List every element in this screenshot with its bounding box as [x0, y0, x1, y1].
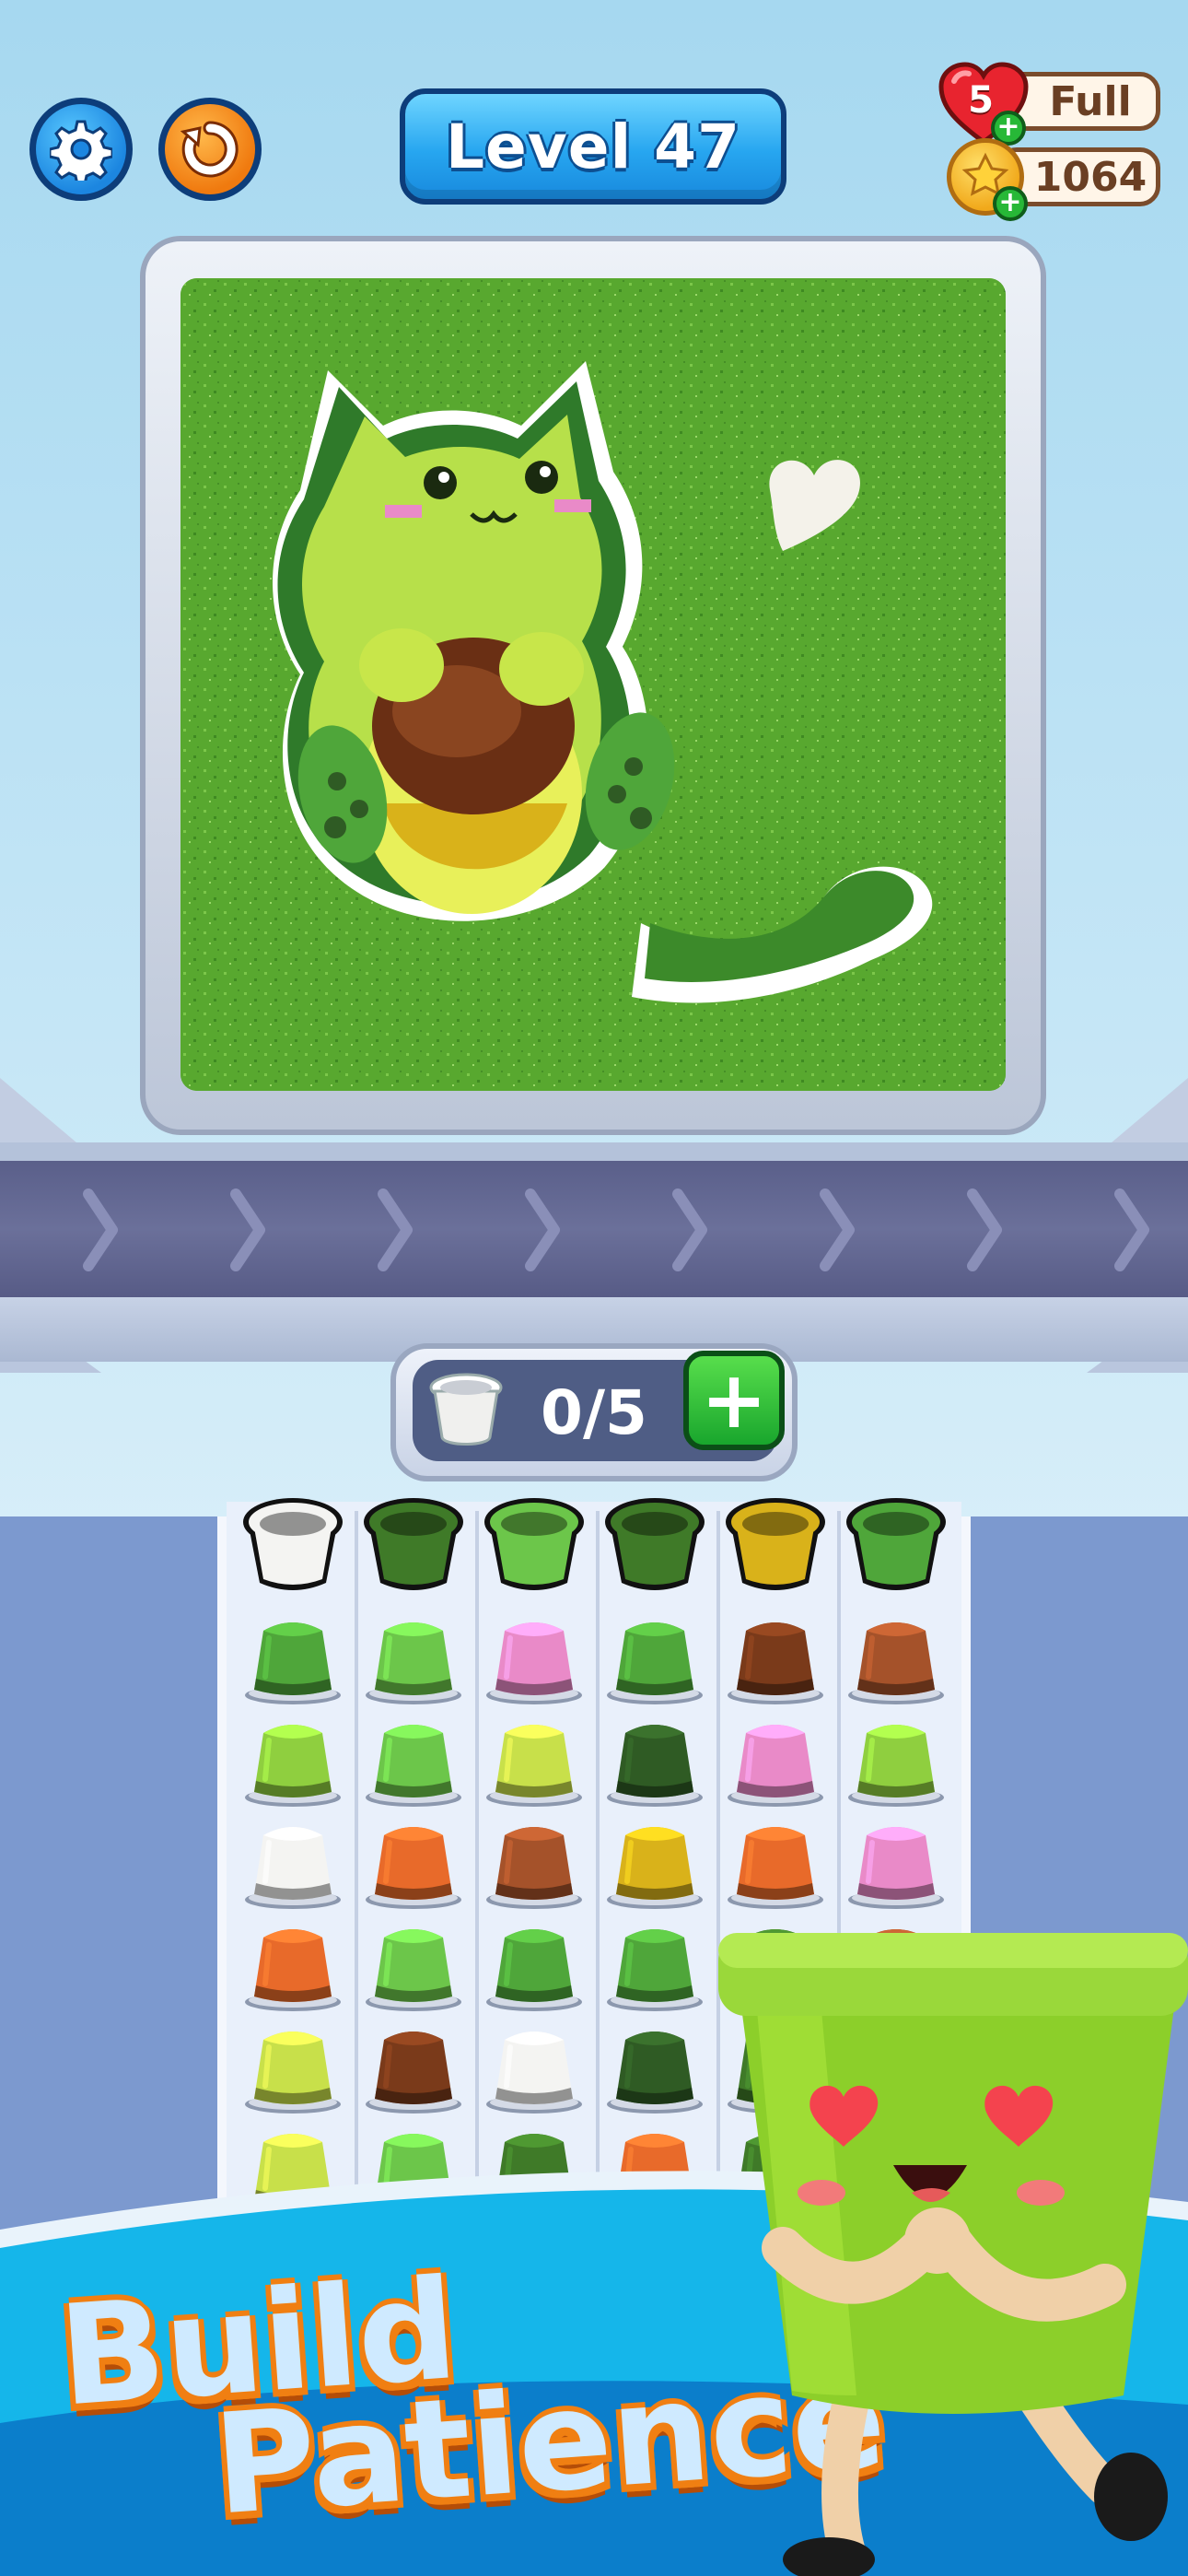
flower-pot-yellow_green[interactable]: [241, 1713, 344, 1809]
flower-pot-light_green[interactable]: [362, 1610, 465, 1706]
flower-pot-pink[interactable]: [844, 1815, 948, 1911]
empty-pot-icon: [429, 1373, 503, 1446]
flower-pot-olive[interactable]: [603, 1713, 706, 1809]
conveyor-chevron-icon: [967, 1188, 1002, 1271]
flower-pot-brown[interactable]: [724, 1610, 827, 1706]
flower-pot-green[interactable]: [483, 1917, 586, 2013]
flower-pot-orange[interactable]: [241, 1917, 344, 2013]
slot-pot-gold[interactable]: [724, 1494, 827, 1590]
slot-pot-light_green[interactable]: [483, 1494, 586, 1590]
conveyor-chevron-icon: [83, 1188, 118, 1271]
lives-status: Full: [1049, 77, 1132, 125]
coin-count: 1064: [1033, 153, 1147, 201]
conveyor-chevron-icon: [230, 1188, 265, 1271]
conveyor-top-rail: [0, 1142, 1188, 1163]
settings-button[interactable]: [29, 98, 133, 201]
flower-pot-green[interactable]: [241, 1610, 344, 1706]
flower-pot-white[interactable]: [483, 2020, 586, 2115]
flower-pot-mascot: [718, 1933, 1188, 2576]
left-wall: [0, 1516, 227, 2254]
slot-pot-dark_green[interactable]: [362, 1494, 465, 1590]
flower-pot-green[interactable]: [603, 1610, 706, 1706]
flower-pot-rust[interactable]: [844, 1610, 948, 1706]
flower-pot-green[interactable]: [603, 1917, 706, 2013]
conveyor-chevron-icon: [378, 1188, 413, 1271]
flower-pot-orange[interactable]: [724, 1815, 827, 1911]
conveyor-chevron-icon: [672, 1188, 707, 1271]
flower-pot-pink[interactable]: [724, 1713, 827, 1809]
flower-pot-lime[interactable]: [241, 2020, 344, 2115]
flower-pot-gold[interactable]: [603, 1815, 706, 1911]
conveyor-chevron-icon: [1114, 1188, 1149, 1271]
avocado-cat-artwork: [181, 278, 1006, 1091]
slot-pot-dark_green[interactable]: [603, 1494, 706, 1590]
slot-pot-white[interactable]: [241, 1494, 344, 1590]
restart-icon: [180, 121, 239, 178]
collected-count: 0/5: [541, 1376, 647, 1448]
grid-column-divider: [355, 1511, 358, 2248]
flower-pot-rust[interactable]: [483, 1815, 586, 1911]
flower-pot-light_green[interactable]: [362, 1713, 465, 1809]
add-slot-button[interactable]: +: [683, 1351, 785, 1450]
pixel-art-canvas: [181, 278, 1006, 1091]
flower-pot-light_green[interactable]: [362, 1917, 465, 2013]
flower-pot-yellow_green[interactable]: [844, 1713, 948, 1809]
flower-pot-white[interactable]: [241, 1815, 344, 1911]
gear-icon: [50, 120, 112, 181]
restart-button[interactable]: [158, 98, 262, 201]
flower-pot-brown[interactable]: [362, 2020, 465, 2115]
flower-pot-pink[interactable]: [483, 1610, 586, 1706]
flower-pot-lime[interactable]: [483, 1713, 586, 1809]
add-coins-icon[interactable]: +: [993, 186, 1028, 221]
grid-column-divider: [475, 1511, 479, 2248]
conveyor-belt: [0, 1161, 1188, 1297]
level-label: Level 47: [445, 111, 741, 182]
flower-pot-olive[interactable]: [603, 2020, 706, 2115]
slot-pot-green[interactable]: [844, 1494, 948, 1590]
flower-pot-orange[interactable]: [362, 1815, 465, 1911]
level-banner: Level 47: [400, 88, 786, 205]
grid-column-divider: [596, 1511, 600, 2248]
conveyor-chevron-icon: [820, 1188, 855, 1271]
conveyor-chevron-icon: [525, 1188, 560, 1271]
